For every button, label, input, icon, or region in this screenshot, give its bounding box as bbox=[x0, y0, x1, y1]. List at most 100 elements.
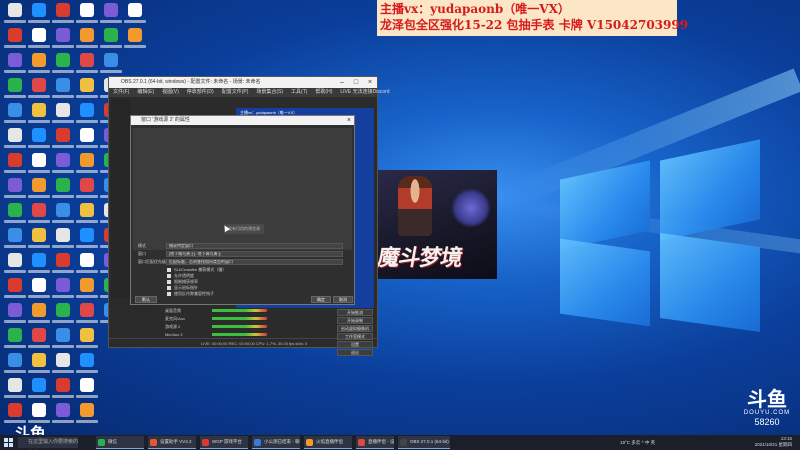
desktop-shortcut-icon[interactable] bbox=[28, 2, 50, 26]
desktop-shortcut-icon[interactable] bbox=[28, 277, 50, 301]
desktop-shortcut-icon[interactable] bbox=[4, 277, 26, 301]
checkbox-icon[interactable] bbox=[167, 273, 171, 278]
desktop-shortcut-icon[interactable] bbox=[28, 327, 50, 351]
taskbar-app-button[interactable]: 小公测已结束 - 聊天 bbox=[252, 436, 300, 449]
field-select[interactable]: 捕获特定窗口 bbox=[166, 242, 343, 249]
desktop-shortcut-icon[interactable] bbox=[4, 77, 26, 101]
desktop-shortcut-icon[interactable] bbox=[76, 327, 98, 351]
desktop-shortcut-icon[interactable] bbox=[76, 202, 98, 226]
volume-meter[interactable] bbox=[212, 317, 267, 320]
obs-menu-item[interactable]: 工具(T) bbox=[291, 89, 307, 95]
taskbar-app-button[interactable]: WGP 游戏平台 bbox=[200, 436, 248, 449]
desktop-shortcut-icon[interactable] bbox=[28, 202, 50, 226]
checkbox-icon[interactable] bbox=[167, 285, 171, 290]
desktop-shortcut-icon[interactable] bbox=[52, 327, 74, 351]
desktop-shortcut-icon[interactable] bbox=[76, 352, 98, 376]
obs-menu-item[interactable]: LIVE 无法连接Discord bbox=[340, 89, 389, 95]
desktop-shortcut-icon[interactable] bbox=[28, 227, 50, 251]
desktop-shortcut-icon[interactable] bbox=[28, 177, 50, 201]
dialog-titlebar[interactable]: 窗口 '游戏源 2' 的属性 × bbox=[131, 116, 354, 125]
desktop-shortcut-icon[interactable] bbox=[4, 227, 26, 251]
obs-menu-item[interactable]: 编辑(E) bbox=[137, 89, 154, 95]
obs-menu-item[interactable]: 帮助(H) bbox=[315, 89, 332, 95]
desktop-shortcut-icon[interactable] bbox=[52, 52, 74, 76]
dialog-checkbox[interactable]: 使用反作弊兼容性钩子 bbox=[167, 291, 214, 297]
desktop-shortcut-icon[interactable] bbox=[4, 302, 26, 326]
volume-meter[interactable] bbox=[212, 325, 267, 328]
taskbar-app-button[interactable]: 直播伴侣 - 设置 bbox=[356, 436, 394, 449]
taskbar-app-button[interactable]: 火焰直播伴侣 bbox=[304, 436, 352, 449]
desktop-shortcut-icon[interactable] bbox=[28, 377, 50, 401]
desktop-shortcut-icon[interactable] bbox=[52, 352, 74, 376]
minimize-icon[interactable]: – bbox=[335, 77, 349, 88]
taskbar-app-button[interactable]: OBS 27.0.1 (64-bit) bbox=[398, 436, 450, 449]
desktop-shortcut-icon[interactable] bbox=[76, 177, 98, 201]
desktop-shortcut-icon[interactable] bbox=[76, 77, 98, 101]
desktop-shortcut-icon[interactable] bbox=[4, 152, 26, 176]
desktop-shortcut-icon[interactable] bbox=[28, 352, 50, 376]
desktop-shortcut-icon[interactable] bbox=[76, 302, 98, 326]
control-button[interactable]: 设置 bbox=[337, 341, 373, 348]
checkbox-icon[interactable] bbox=[167, 267, 171, 272]
obs-menu-item[interactable]: 视图(V) bbox=[162, 89, 179, 95]
desktop-shortcut-icon[interactable] bbox=[76, 27, 98, 51]
control-button[interactable]: 启动虚拟摄像机 bbox=[337, 325, 373, 332]
desktop-shortcut-icon[interactable] bbox=[52, 402, 74, 426]
desktop-shortcut-icon[interactable] bbox=[52, 302, 74, 326]
desktop-shortcut-icon[interactable] bbox=[28, 27, 50, 51]
taskbar-clock[interactable]: 13:15 2021/10/21 星期四 bbox=[755, 436, 792, 448]
desktop-shortcut-icon[interactable] bbox=[4, 252, 26, 276]
checkbox-icon[interactable] bbox=[167, 291, 171, 296]
taskbar-search-input[interactable]: 在这里输入你要搜索的内容 bbox=[18, 437, 78, 448]
desktop-shortcut-icon[interactable] bbox=[76, 252, 98, 276]
desktop-shortcut-icon[interactable] bbox=[76, 102, 98, 126]
desktop-shortcut-icon[interactable] bbox=[28, 102, 50, 126]
volume-meter[interactable] bbox=[212, 309, 267, 312]
desktop-shortcut-icon[interactable] bbox=[52, 127, 74, 151]
desktop-shortcut-icon[interactable] bbox=[100, 2, 122, 26]
defaults-button[interactable]: 默认 bbox=[135, 296, 157, 303]
system-tray[interactable]: 19°C 多云 ^ 中 英 bbox=[620, 435, 655, 450]
desktop-shortcut-icon[interactable] bbox=[100, 27, 122, 51]
desktop-shortcut-icon[interactable] bbox=[52, 252, 74, 276]
obs-menu-item[interactable]: 停靠部件(D) bbox=[187, 89, 214, 95]
control-button[interactable]: 退出 bbox=[337, 349, 373, 356]
obs-menu-item[interactable]: 文件(F) bbox=[113, 89, 129, 95]
desktop-shortcut-icon[interactable] bbox=[28, 152, 50, 176]
desktop-shortcut-icon[interactable] bbox=[76, 152, 98, 176]
control-button[interactable]: 开始推流 bbox=[337, 309, 373, 316]
desktop-shortcut-icon[interactable] bbox=[4, 2, 26, 26]
desktop-shortcut-icon[interactable] bbox=[100, 52, 122, 76]
obs-menu-item[interactable]: 场景集合(S) bbox=[256, 89, 283, 95]
desktop-shortcut-icon[interactable] bbox=[28, 302, 50, 326]
field-select[interactable]: 匹配标题，否则查找相同类型的窗口 bbox=[166, 258, 343, 265]
field-select[interactable]: [地下城与勇士]: 地下城与勇士 bbox=[166, 250, 343, 257]
desktop-shortcut-icon[interactable] bbox=[124, 27, 146, 51]
desktop-shortcut-icon[interactable] bbox=[52, 152, 74, 176]
desktop-shortcut-icon[interactable] bbox=[76, 277, 98, 301]
obs-menu-item[interactable]: 配置文件(P) bbox=[222, 89, 249, 95]
desktop-shortcut-icon[interactable] bbox=[76, 52, 98, 76]
desktop-shortcut-icon[interactable] bbox=[52, 102, 74, 126]
desktop-shortcut-icon[interactable] bbox=[4, 377, 26, 401]
desktop-shortcut-icon[interactable] bbox=[52, 177, 74, 201]
desktop-shortcut-icon[interactable] bbox=[52, 2, 74, 26]
taskbar-app-button[interactable]: 微信 bbox=[96, 436, 144, 449]
control-button[interactable]: 工作室模式 bbox=[337, 333, 373, 340]
desktop-shortcut-icon[interactable] bbox=[4, 27, 26, 51]
ok-button[interactable]: 确定 bbox=[311, 296, 331, 303]
desktop-shortcut-icon[interactable] bbox=[4, 202, 26, 226]
desktop-shortcut-icon[interactable] bbox=[52, 277, 74, 301]
desktop-shortcut-icon[interactable] bbox=[4, 177, 26, 201]
checkbox-icon[interactable] bbox=[167, 279, 171, 284]
close-icon[interactable]: × bbox=[363, 77, 377, 88]
desktop-shortcut-icon[interactable] bbox=[52, 77, 74, 101]
desktop-shortcut-icon[interactable] bbox=[4, 102, 26, 126]
desktop-shortcut-icon[interactable] bbox=[4, 52, 26, 76]
desktop-shortcut-icon[interactable] bbox=[76, 402, 98, 426]
desktop-shortcut-icon[interactable] bbox=[76, 127, 98, 151]
desktop-shortcut-icon[interactable] bbox=[76, 227, 98, 251]
cancel-button[interactable]: 取消 bbox=[333, 296, 353, 303]
obs-titlebar[interactable]: OBS 27.0.1 (64-bit, windows) - 配置文件: 未命名… bbox=[109, 77, 377, 88]
desktop-shortcut-icon[interactable] bbox=[28, 127, 50, 151]
